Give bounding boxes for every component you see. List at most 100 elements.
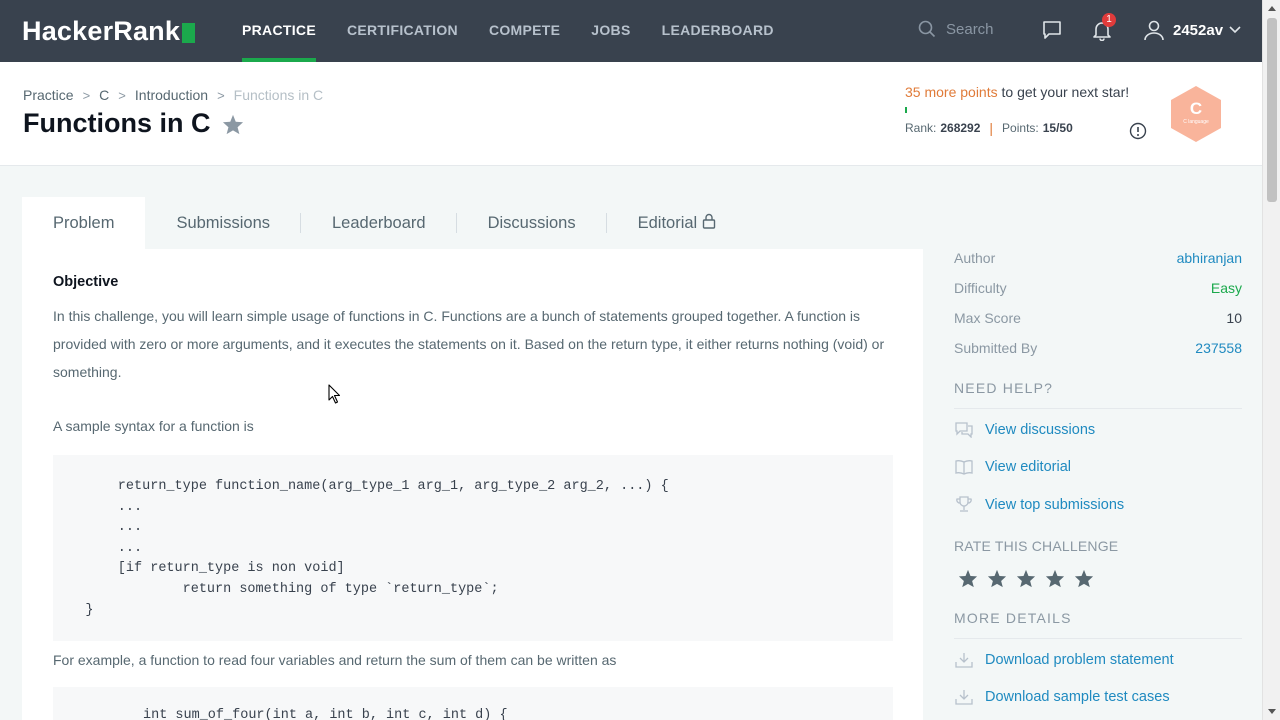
nav-leaderboard[interactable]: LEADERBOARD — [662, 0, 774, 62]
syntax-intro: A sample syntax for a function is — [53, 418, 254, 434]
nav-compete[interactable]: COMPETE — [489, 0, 560, 62]
lock-icon — [703, 213, 716, 229]
messages-icon[interactable] — [1042, 20, 1062, 45]
code-line: int sum_of_four(int a, int b, int c, int… — [143, 708, 508, 720]
rating-star-icon[interactable] — [987, 569, 1007, 593]
points-suffix: to get your next star! — [997, 84, 1130, 100]
challenge-header: Practice > C > Introduction > Functions … — [0, 62, 1262, 166]
view-top-submissions-label: View top submissions — [985, 496, 1125, 513]
author-link[interactable]: abhiranjan — [1177, 250, 1242, 266]
meta-max-score: Max Score 10 — [954, 310, 1242, 326]
bookmark-star-icon[interactable] — [222, 114, 244, 135]
user-avatar-icon — [1144, 20, 1164, 41]
code-line: return_type function_name(arg_type_1 arg… — [53, 479, 669, 494]
more-details-title: MORE DETAILS — [954, 610, 1072, 626]
divider — [954, 638, 1242, 639]
tab-problem[interactable]: Problem — [22, 197, 146, 249]
notifications-bell-icon[interactable]: 1 — [1092, 13, 1116, 46]
download-problem-statement-link[interactable]: Download problem statement — [954, 652, 1174, 668]
c-language-badge[interactable]: C C language — [1168, 84, 1224, 149]
download-problem-statement-label: Download problem statement — [985, 652, 1174, 668]
problem-statement: Objective In this challenge, you will le… — [22, 249, 923, 720]
tab-leaderboard[interactable]: Leaderboard — [301, 197, 457, 249]
page-title: Functions in C — [23, 108, 244, 139]
rank-divider: | — [989, 120, 994, 136]
scroll-up-arrow[interactable] — [1268, 6, 1276, 11]
nav-practice[interactable]: PRACTICE — [242, 0, 316, 62]
book-icon — [954, 459, 974, 475]
rate-challenge-title: RATE THIS CHALLENGE — [954, 538, 1119, 554]
breadcrumb-introduction[interactable]: Introduction — [135, 87, 208, 103]
view-editorial-label: View editorial — [985, 459, 1071, 475]
nav-jobs[interactable]: JOBS — [591, 0, 630, 62]
points-needed: 35 more points — [905, 84, 998, 100]
objective-heading: Objective — [53, 274, 119, 290]
difficulty-value: Easy — [1210, 280, 1242, 296]
code-line: ... — [53, 499, 143, 515]
breadcrumb-practice[interactable]: Practice — [23, 87, 74, 103]
star-progress-fill — [905, 107, 907, 113]
rating-star-icon[interactable] — [1016, 569, 1036, 593]
hackerrank-logo[interactable]: HackerRank — [22, 16, 196, 47]
challenge-tabs: Problem Submissions Leaderboard Discussi… — [22, 197, 747, 249]
meta-submitted-by: Submitted By 237558 — [954, 340, 1242, 356]
meta-key: Difficulty — [954, 280, 1007, 296]
rating-star-icon[interactable] — [958, 569, 978, 593]
tab-editorial[interactable]: Editorial — [607, 197, 748, 249]
nav-certification[interactable]: CERTIFICATION — [347, 0, 458, 62]
scroll-thumb[interactable] — [1267, 18, 1277, 202]
trophy-icon — [954, 496, 974, 513]
rank-label: Rank: — [905, 121, 937, 135]
breadcrumb-current: Functions in C — [233, 87, 324, 103]
tab-discussions[interactable]: Discussions — [457, 197, 607, 249]
rank-value: 268292 — [940, 121, 981, 135]
tab-editorial-label: Editorial — [637, 214, 698, 232]
tab-discussions-label: Discussions — [487, 214, 576, 232]
rating-star-icon[interactable] — [1045, 569, 1065, 593]
download-sample-test-cases-link[interactable]: Download sample test cases — [954, 689, 1170, 705]
chevron-right-icon: > — [217, 87, 225, 103]
page-scrollbar[interactable] — [1262, 0, 1280, 720]
logo-green-block — [182, 22, 196, 43]
chevron-right-icon: > — [82, 87, 91, 103]
rating-star-icon[interactable] — [1074, 569, 1094, 593]
objective-paragraph: In this challenge, you will learn simple… — [53, 308, 885, 380]
meta-key: Max Score — [954, 310, 1021, 326]
page-title-text: Functions in C — [23, 108, 211, 138]
breadcrumb: Practice > C > Introduction > Functions … — [23, 87, 323, 103]
code-line: ... — [53, 540, 143, 556]
points-message: 35 more points to get your next star! — [905, 84, 1150, 100]
download-icon — [954, 652, 974, 668]
view-discussions-label: View discussions — [985, 422, 1096, 438]
nav-search[interactable]: Search — [918, 20, 994, 38]
submitted-by-link[interactable]: 237558 — [1195, 340, 1242, 356]
breadcrumb-c[interactable]: C — [99, 87, 109, 103]
points-value: 15/50 — [1042, 121, 1073, 135]
need-help-title: NEED HELP? — [954, 380, 1054, 396]
scroll-down-arrow[interactable] — [1268, 709, 1276, 714]
max-score-value: 10 — [1226, 310, 1242, 326]
view-editorial-link[interactable]: View editorial — [954, 459, 1071, 475]
example-intro: For example, a function to read four var… — [53, 652, 617, 668]
code-line: [if return_type is non void] — [53, 561, 345, 577]
search-placeholder: Search — [946, 20, 994, 38]
username: 2452av — [1173, 21, 1224, 39]
view-discussions-link[interactable]: View discussions — [954, 422, 1095, 438]
info-icon[interactable] — [1129, 122, 1147, 145]
chevron-right-icon: > — [118, 87, 126, 103]
meta-author: Author abhiranjan — [954, 250, 1242, 266]
code-line: } — [53, 602, 94, 618]
badge-caption: C language — [1183, 119, 1209, 125]
view-top-submissions-link[interactable]: View top submissions — [954, 496, 1124, 513]
download-icon — [954, 689, 974, 705]
download-sample-test-cases-label: Download sample test cases — [985, 689, 1170, 705]
user-menu[interactable]: 2452av — [1143, 19, 1241, 41]
logo-text: HackerRank — [22, 16, 181, 46]
tab-problem-label: Problem — [53, 214, 115, 232]
search-icon — [918, 20, 936, 38]
rank-points: Rank: 268292 | Points: 15/50 — [905, 120, 1150, 136]
code-line: return something of type `return_type`; — [53, 581, 499, 597]
tab-submissions[interactable]: Submissions — [145, 197, 301, 249]
rating-stars — [958, 569, 1103, 593]
mouse-cursor-icon — [328, 384, 342, 409]
